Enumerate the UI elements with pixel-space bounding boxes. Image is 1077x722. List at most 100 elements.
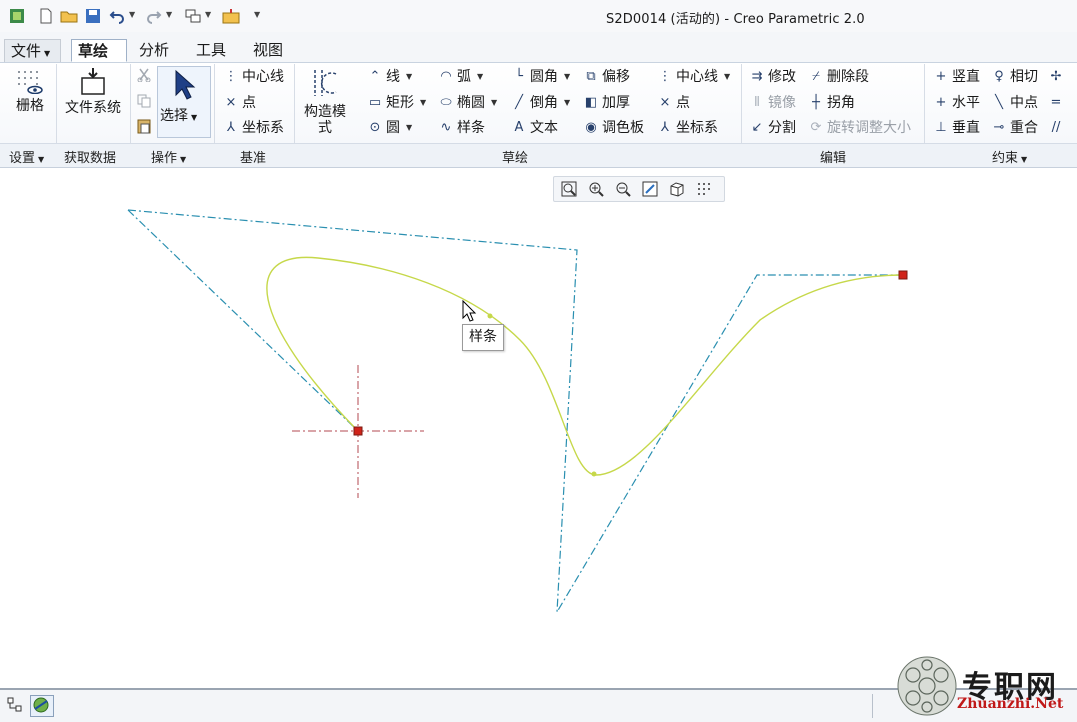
horizontal-constraint-button[interactable]: + 水平 — [932, 92, 980, 112]
file-system-button[interactable]: 文件系统 — [64, 66, 122, 116]
copy-icon[interactable] — [137, 94, 151, 112]
spline-tooltip: 样条 — [462, 324, 504, 351]
delete-segment-button[interactable]: ⌿ 删除段 — [807, 66, 869, 86]
redo-icon[interactable] — [145, 7, 163, 25]
divide-label: 分割 — [768, 120, 796, 136]
cut-icon[interactable] — [137, 68, 151, 86]
sketch-canvas[interactable] — [0, 167, 1077, 687]
arc-icon: ◠ — [440, 68, 452, 84]
rotate-resize-button[interactable]: ⟳ 旋转调整大小 — [807, 117, 911, 137]
mirror-button[interactable]: ⫴ 镜像 — [748, 92, 796, 112]
tab-tools[interactable]: 工具 — [190, 39, 232, 62]
save-icon[interactable] — [84, 7, 102, 25]
construction-polyline[interactable] — [127, 209, 903, 613]
browser-toggle-icon[interactable] — [30, 695, 54, 717]
tangent-label: 相切 — [1010, 69, 1038, 85]
view-toolbar — [553, 176, 725, 202]
offset-icon: ⧉ — [586, 68, 596, 84]
spline-point[interactable] — [487, 313, 493, 319]
new-file-icon[interactable] — [37, 7, 55, 25]
refit-icon[interactable] — [558, 178, 580, 200]
tab-sketch[interactable]: 草绘 — [71, 39, 127, 62]
text-button[interactable]: A 文本 — [510, 117, 558, 137]
datum-point-button[interactable]: × 点 — [222, 92, 256, 112]
arc-button[interactable]: ◠ 弧 ▼ — [437, 66, 483, 86]
zoom-out-icon[interactable] — [612, 178, 634, 200]
zoom-in-icon[interactable] — [585, 178, 607, 200]
tangent-icon: ♀ — [994, 68, 1004, 84]
rotate-resize-icon: ⟳ — [810, 119, 822, 135]
offset-button[interactable]: ⧉ 偏移 — [582, 66, 630, 86]
fillet-button[interactable]: └ 圆角 ▼ — [510, 66, 570, 86]
coincident-label: 重合 — [1010, 120, 1038, 136]
grid-label: 栅格 — [16, 98, 44, 114]
csys-icon: ⅄ — [227, 119, 235, 135]
windows-dropdown-icon[interactable]: ▼ — [205, 10, 211, 19]
select-button[interactable]: 选择 ▼ — [157, 66, 211, 138]
tab-file[interactable]: 文件 ▼ — [4, 39, 61, 62]
group-constrain[interactable]: 约束 ▼ — [992, 147, 1027, 166]
repaint-icon[interactable] — [639, 178, 661, 200]
customize-toolbar-icon[interactable]: ▼ — [254, 10, 260, 19]
circle-button[interactable]: ⊙ 圆 ▼ — [366, 117, 413, 137]
ellipse-button[interactable]: ⬭ 椭圆 ▼ — [437, 92, 497, 112]
palette-button[interactable]: ◉ 调色板 — [582, 117, 644, 137]
datum-centerline-button[interactable]: ⋮ 中心线 — [222, 66, 285, 86]
equal-constraint-icon[interactable]: = — [1047, 92, 1067, 112]
group-settings[interactable]: 设置 ▼ — [9, 147, 44, 166]
chevron-down-icon: ▼ — [564, 71, 571, 81]
group-operations[interactable]: 操作 ▼ — [151, 147, 186, 166]
spline-point[interactable] — [591, 471, 597, 477]
construction-line[interactable] — [127, 209, 358, 431]
mirror-icon: ⫴ — [754, 94, 760, 110]
perpendicular-constraint-button[interactable]: ⊥ 垂直 — [932, 117, 980, 137]
windows-icon[interactable] — [184, 7, 202, 25]
divide-button[interactable]: ↙ 分割 — [748, 117, 796, 137]
close-window-icon[interactable] — [222, 7, 240, 25]
tab-analysis[interactable]: 分析 — [133, 39, 175, 62]
thicken-label: 加厚 — [602, 95, 630, 111]
coincident-constraint-button[interactable]: ⊸ 重合 — [990, 117, 1038, 137]
file-system-label: 文件系统 — [65, 100, 121, 116]
line-button[interactable]: ⌃ 线 ▼ — [366, 66, 413, 86]
chevron-down-icon: ▼ — [180, 155, 187, 164]
vertical-constraint-button[interactable]: + 竖直 — [932, 66, 980, 86]
modify-label: 修改 — [768, 69, 796, 85]
construction-mode-button[interactable]: 构造模式 — [300, 66, 350, 136]
rectangle-button[interactable]: ▭ 矩形 ▼ — [366, 92, 426, 112]
sketch-centerline-button[interactable]: ⋮ 中心线 ▼ — [656, 66, 731, 86]
undo-icon[interactable] — [108, 7, 126, 25]
sketch-csys-button[interactable]: ⅄ 坐标系 — [656, 117, 718, 137]
sketch-display-icon[interactable] — [693, 178, 715, 200]
equal-icon: = — [1050, 94, 1062, 110]
sketch-point-button[interactable]: × 点 — [656, 92, 690, 112]
undo-dropdown-icon[interactable]: ▼ — [129, 10, 135, 19]
open-folder-icon[interactable] — [60, 7, 78, 25]
grid-button[interactable]: 栅格 — [10, 68, 50, 114]
file-system-icon — [81, 68, 105, 95]
datum-point-label: 点 — [242, 95, 256, 111]
spline-start-point[interactable] — [353, 426, 363, 436]
tab-view[interactable]: 视图 — [247, 39, 289, 62]
corner-button[interactable]: ┼ 拐角 — [807, 92, 855, 112]
corner-icon: ┼ — [812, 94, 820, 110]
parallel-constraint-icon[interactable]: // — [1047, 117, 1067, 137]
modify-button[interactable]: ⇉ 修改 — [748, 66, 796, 86]
spline-button[interactable]: ∿ 样条 — [437, 117, 485, 137]
midpoint-constraint-button[interactable]: ╲ 中点 — [990, 92, 1038, 112]
tangent-constraint-button[interactable]: ♀ 相切 — [990, 66, 1038, 86]
display-style-icon[interactable] — [666, 178, 688, 200]
window-title: S2D0014 (活动的) - Creo Parametric 2.0 — [606, 12, 865, 27]
group-datum: 基准 — [240, 151, 267, 166]
line-icon: ⌃ — [369, 68, 381, 84]
datum-csys-button[interactable]: ⅄ 坐标系 — [222, 117, 284, 137]
model-tree-icon[interactable] — [7, 697, 23, 717]
spline-curve[interactable] — [266, 256, 904, 476]
symmetric-constraint-icon[interactable]: ✢ — [1047, 66, 1067, 86]
redo-dropdown-icon[interactable]: ▼ — [166, 10, 172, 19]
paste-icon[interactable] — [137, 118, 151, 138]
chevron-down-icon: ▼ — [406, 71, 413, 81]
chamfer-button[interactable]: ╱ 倒角 ▼ — [510, 92, 570, 112]
spline-end-point[interactable] — [898, 270, 908, 280]
thicken-button[interactable]: ◧ 加厚 — [582, 92, 630, 112]
